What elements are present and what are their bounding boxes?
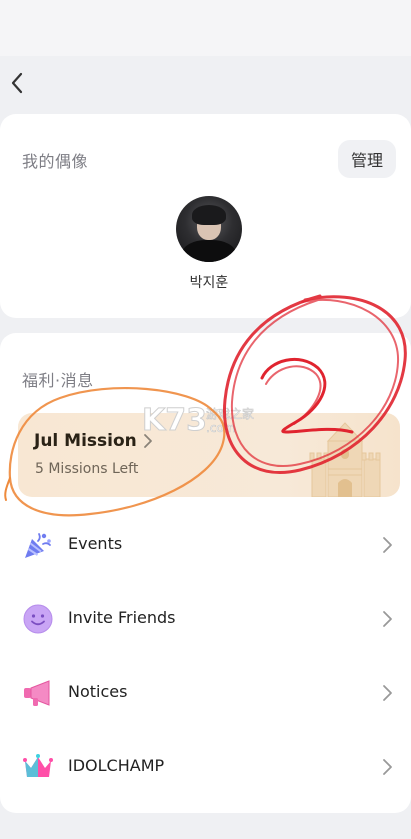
castle-icon — [309, 422, 381, 497]
welfare-title: 福利·消息 — [22, 371, 94, 390]
list-item-label: Events — [68, 534, 123, 553]
welfare-card: 福利·消息 Jul Mission 5 Missions Left Events… — [0, 333, 411, 813]
mission-title-row: Jul Mission — [34, 431, 153, 451]
chevron-right-icon — [383, 537, 392, 553]
idol-avatar[interactable] — [176, 196, 242, 262]
mission-subtitle: 5 Missions Left — [35, 461, 139, 477]
list-item-notices[interactable]: Notices — [0, 663, 411, 723]
list-item-events[interactable]: Events — [0, 515, 411, 575]
mission-title: Jul Mission — [34, 431, 137, 451]
my-idol-card: 我的偶像 管理 박지훈 — [0, 114, 411, 318]
list-item-idolchamp[interactable]: IDOLCHAMP — [0, 737, 411, 797]
idol-name: 박지훈 — [189, 275, 229, 291]
mission-banner[interactable]: Jul Mission 5 Missions Left — [18, 413, 400, 497]
list-item-invite-friends[interactable]: Invite Friends — [0, 589, 411, 649]
status-bar — [0, 0, 411, 56]
manage-button[interactable]: 管理 — [338, 140, 396, 178]
list-item-label: Notices — [68, 682, 128, 701]
chevron-right-icon — [383, 685, 392, 701]
list-item-label: Invite Friends — [68, 608, 176, 627]
megaphone-icon — [24, 680, 50, 706]
smiley-icon — [23, 604, 53, 634]
my-idol-title: 我的偶像 — [22, 152, 89, 171]
chevron-right-icon — [383, 759, 392, 775]
top-bar — [0, 56, 411, 110]
chevron-right-icon — [143, 433, 153, 449]
chevron-right-icon — [383, 611, 392, 627]
back-button[interactable] — [6, 68, 28, 98]
chevron-left-icon — [11, 72, 23, 94]
party-popper-icon — [25, 533, 51, 558]
list-item-label: IDOLCHAMP — [68, 756, 165, 775]
crown-icon — [23, 754, 53, 777]
